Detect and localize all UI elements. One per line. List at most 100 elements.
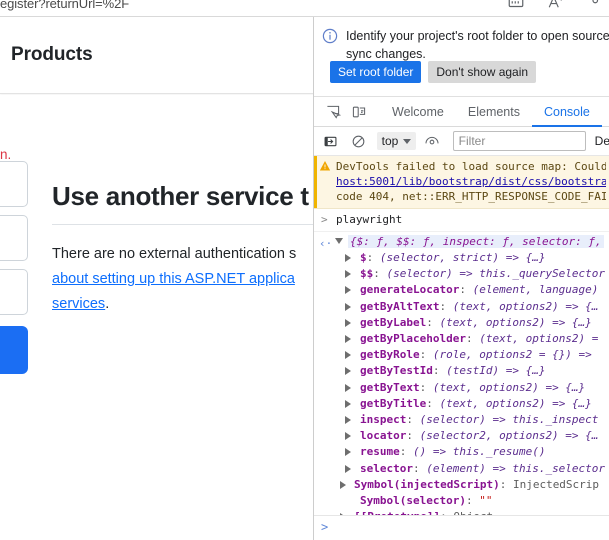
property-key: inspect: [360, 413, 407, 427]
devtools-tabbar: Welcome Elements Console: [314, 97, 609, 127]
chevron-right-icon[interactable]: [345, 286, 351, 295]
execution-context-select[interactable]: top: [376, 132, 417, 150]
object-property-row[interactable]: selector: (element) => this._selector: [314, 461, 609, 477]
clear-console-icon[interactable]: [346, 128, 371, 154]
property-value: (text, options2) => {…}: [439, 315, 592, 329]
device-toolbar-icon[interactable]: [346, 99, 372, 125]
object-property-row[interactable]: locator: (selector2, options2) => {…: [314, 428, 609, 444]
console-input-echo: > playwright: [314, 209, 609, 232]
page-body: n. Use another service t There are no ex…: [0, 95, 382, 540]
docs-link-line-1[interactable]: about setting up this ASP.NET applica: [52, 271, 295, 287]
warning-source-link[interactable]: host:5001/lib/bootstrap/dist/css/bootstr…: [336, 174, 606, 189]
form-input-email[interactable]: [0, 161, 28, 207]
property-key: getByText: [360, 380, 420, 394]
chevron-right-icon[interactable]: [345, 399, 351, 408]
property-value: (text, options2) => {…}: [439, 396, 592, 410]
chevron-right-icon[interactable]: [345, 432, 351, 441]
object-property-row[interactable]: getByTitle: (text, options2) => {…}: [314, 396, 609, 412]
chevron-right-icon[interactable]: [345, 351, 351, 360]
object-property-row[interactable]: getByPlaceholder: (text, options2) =: [314, 331, 609, 347]
chevron-right-icon[interactable]: [345, 302, 351, 311]
chevron-right-icon[interactable]: [345, 416, 351, 425]
property-key: selector: [360, 461, 413, 475]
console-sidebar-icon[interactable]: [318, 128, 343, 154]
property-value: (role, options2 = {}) =>: [432, 348, 592, 362]
chevron-right-icon[interactable]: [345, 270, 351, 279]
page-title[interactable]: Products: [11, 44, 93, 66]
property-value: (element) => this._selector: [426, 461, 606, 475]
card-icon[interactable]: [507, 0, 525, 11]
form-input-password[interactable]: [0, 215, 28, 261]
address-bar-text[interactable]: egister?returnUrl=%2F: [0, 0, 129, 11]
object-property-row[interactable]: $: (selector, strict) => {…}: [314, 250, 609, 266]
register-submit-button[interactable]: [0, 326, 28, 374]
property-key: getByRole: [360, 348, 420, 362]
tab-welcome[interactable]: Welcome: [380, 97, 456, 127]
chevron-right-icon[interactable]: [345, 448, 351, 457]
property-key: Symbol(selector): [360, 494, 466, 508]
form-input-confirm-password[interactable]: [0, 269, 28, 315]
object-property-row[interactable]: generateLocator: (element, language): [314, 282, 609, 298]
banner-actions: Set root folder Don't show again: [330, 61, 537, 83]
property-key: $$: [360, 267, 374, 281]
object-property-row[interactable]: inspect: (selector) => this._inspect: [314, 412, 609, 428]
extensions-icon[interactable]: [587, 0, 605, 11]
object-property-row[interactable]: getByText: (text, options2) => {…}: [314, 380, 609, 396]
chevron-down-icon: [403, 138, 412, 144]
input-prompt-icon: >: [321, 213, 328, 226]
console-filter-input[interactable]: [452, 131, 586, 151]
console-toolbar: top De: [314, 127, 609, 156]
property-value: "": [479, 494, 493, 508]
workspace-banner: Identify your project's root folder to o…: [314, 17, 609, 97]
log-levels-label[interactable]: De: [595, 134, 609, 148]
chevron-right-icon[interactable]: [345, 464, 351, 473]
property-value: (selector, strict) => {…}: [379, 251, 546, 264]
set-root-folder-button[interactable]: Set root folder: [330, 61, 422, 83]
result-arrow-icon: ‹·: [319, 237, 333, 250]
chevron-right-icon[interactable]: [345, 383, 351, 392]
chevron-right-icon[interactable]: [345, 254, 351, 262]
paragraph-trailing: .: [105, 296, 110, 312]
property-key: getByLabel: [360, 315, 427, 329]
font-size-icon[interactable]: [547, 0, 565, 11]
property-value: (selector) => this._querySelector: [386, 267, 606, 281]
tab-elements[interactable]: Elements: [456, 97, 532, 127]
object-property-row[interactable]: Symbol(injectedScript): InjectedScrip: [314, 477, 609, 493]
console-message-list[interactable]: DevTools failed to load source map: Coul…: [314, 156, 609, 540]
property-key: getByPlaceholder: [360, 332, 466, 346]
warning-accent-bar: [314, 156, 317, 208]
paragraph-lead-text: There are no external authentication s: [52, 246, 297, 262]
execution-context-label: top: [381, 134, 399, 148]
warning-icon: [319, 160, 331, 172]
object-property-row[interactable]: Symbol(selector): "": [314, 493, 609, 509]
property-value: () => this._resume(): [413, 445, 546, 459]
object-preview-row[interactable]: ‹· {$: ƒ, $$: ƒ, inspect: ƒ, selector: ƒ…: [314, 234, 609, 250]
docs-link-line-2[interactable]: services: [52, 296, 105, 312]
chevron-right-icon[interactable]: [345, 335, 351, 344]
object-property-row[interactable]: getByLabel: (text, options2) => {…}: [314, 315, 609, 331]
console-input-expression: playwright: [336, 213, 403, 226]
object-property-row[interactable]: getByRole: (role, options2 = {}) =>: [314, 347, 609, 363]
object-property-row[interactable]: getByAltText: (text, options2) => {…: [314, 299, 609, 315]
object-property-row[interactable]: resume: () => this._resume(): [314, 444, 609, 460]
property-value: (text, options2) =: [479, 332, 599, 346]
object-property-row[interactable]: $$: (selector) => this._querySelector: [314, 266, 609, 282]
dont-show-again-button[interactable]: Don't show again: [428, 61, 537, 83]
inspect-element-icon[interactable]: [320, 99, 346, 125]
console-warning-message[interactable]: DevTools failed to load source map: Coul…: [314, 156, 609, 209]
console-result-object: ‹· {$: ƒ, $$: ƒ, inspect: ƒ, selector: ƒ…: [314, 232, 609, 527]
chevron-right-icon[interactable]: [345, 318, 351, 327]
property-key: resume: [360, 445, 400, 459]
chevron-right-icon[interactable]: [340, 480, 346, 489]
property-key: locator: [360, 429, 407, 443]
chevron-right-icon[interactable]: [345, 367, 351, 376]
console-input-prompt[interactable]: >: [314, 515, 609, 540]
screenshot-root: egister?returnUrl=%2F Products n. Use an…: [0, 0, 609, 540]
property-value: (text, options2) => {…}: [432, 380, 586, 394]
expand-toggle-icon[interactable]: [335, 238, 343, 244]
live-expression-icon[interactable]: [419, 128, 444, 154]
browser-chrome-strip: egister?returnUrl=%2F: [0, 0, 609, 17]
property-value: (selector) => this._inspect: [419, 413, 599, 427]
object-property-row[interactable]: getByTestId: (testId) => {…}: [314, 363, 609, 379]
tab-console[interactable]: Console: [531, 97, 602, 127]
